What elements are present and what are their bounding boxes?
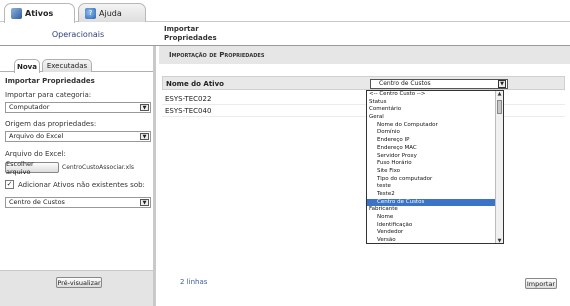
dropdown-option[interactable]: Geral: [367, 114, 503, 122]
dropdown-option[interactable]: Tipo do computador: [367, 176, 503, 184]
help-icon: ?: [85, 7, 96, 19]
nav-importar-line2: Propriedades: [164, 34, 217, 42]
left-footer: Pré-visualizar: [0, 270, 153, 306]
column-mapping-select[interactable]: Centro de Custos ▼: [370, 79, 508, 89]
categoria-value: Computador: [9, 103, 50, 111]
main-header: Importação de Propriedades: [159, 46, 570, 64]
dropdown-scrollbar[interactable]: ▲ ▼: [495, 91, 503, 243]
dropdown-option[interactable]: Domínio: [367, 129, 503, 137]
dropdown-option[interactable]: Versão: [367, 237, 503, 243]
subtab-bar: Nova Executadas: [0, 56, 153, 73]
dropdown-option[interactable]: Fabricante: [367, 206, 503, 214]
chevron-down-icon: ▼: [140, 199, 149, 206]
dropdown-option[interactable]: Vendedor: [367, 229, 503, 237]
tab-ajuda-label: Ajuda: [99, 8, 122, 18]
nav-importar-line1: Importar: [164, 25, 199, 33]
tab-ajuda[interactable]: ? Ajuda: [78, 3, 146, 22]
nav-importar-propriedades[interactable]: Importar Propriedades: [164, 25, 217, 43]
import-button[interactable]: Importar: [525, 278, 557, 289]
adicionar-checkbox[interactable]: ✓: [5, 180, 14, 189]
top-tab-bar: Ativos ? Ajuda: [0, 0, 570, 23]
dropdown-option[interactable]: Endereço IP: [367, 137, 503, 145]
scroll-thumb[interactable]: [497, 100, 502, 114]
table-row: ESYS-TEC040: [162, 105, 565, 117]
dropdown-option[interactable]: <-- Centro Custo -->: [367, 91, 503, 99]
origem-label: Origem das propriedades:: [5, 120, 97, 128]
arquivo-label: Arquivo do Excel:: [5, 150, 66, 158]
chevron-down-icon: ▼: [498, 80, 506, 88]
column-mapping-dropdown[interactable]: <-- Centro Custo --> Status Comentário Gera…: [366, 90, 504, 244]
file-name: CentroCustoAssociar.xls: [62, 164, 135, 171]
section-title: Importar Propriedades: [5, 77, 95, 85]
grid-header: Nome do Ativo Centro de Custos ▼: [162, 76, 565, 90]
dropdown-option[interactable]: Comentário: [367, 106, 503, 114]
subtab-executadas[interactable]: Executadas: [42, 59, 92, 72]
dropdown-option[interactable]: Teste2: [367, 191, 503, 199]
table-row: ESYS-TEC022: [162, 93, 565, 105]
nav-row: Operacionais Importar Propriedades: [0, 22, 570, 46]
categoria-select[interactable]: Computador ▼: [5, 102, 151, 113]
dropdown-list: <-- Centro Custo --> Status Comentário Gera…: [367, 91, 503, 243]
chevron-down-icon: ▼: [140, 104, 149, 111]
lines-count: 2 linhas: [180, 278, 208, 286]
left-panel: Nova Executadas Importar Propriedades Im…: [0, 46, 156, 306]
tab-ativos[interactable]: Ativos: [4, 3, 75, 23]
tab-ativos-label: Ativos: [25, 9, 54, 18]
subtab-nova[interactable]: Nova: [14, 59, 40, 73]
dropdown-option[interactable]: Identificação: [367, 222, 503, 230]
dropdown-option[interactable]: Site Fixo: [367, 168, 503, 176]
choose-file-button[interactable]: Escolher arquivo: [5, 160, 59, 176]
column-nome-ativo: Nome do Ativo: [166, 80, 224, 88]
dropdown-option[interactable]: teste: [367, 183, 503, 191]
chevron-down-icon: ▼: [140, 133, 149, 140]
scroll-up-icon[interactable]: ▲: [496, 91, 503, 98]
adicionar-select[interactable]: Centro de Custos ▼: [5, 197, 151, 208]
main-panel: Importação de Propriedades Nome do Ativo…: [159, 46, 570, 306]
assets-icon: [11, 8, 22, 19]
dropdown-option[interactable]: Fuso Horário: [367, 160, 503, 168]
origem-value: Arquivo do Excel: [9, 132, 64, 140]
dropdown-option[interactable]: Centro de Custos: [367, 198, 503, 207]
dropdown-option[interactable]: Nome: [367, 214, 503, 222]
column-mapping-value: Centro de Custos: [379, 80, 431, 87]
dropdown-option[interactable]: Endereço MAC: [367, 145, 503, 153]
adicionar-label: Adicionar Ativos não existentes sob:: [18, 181, 145, 189]
nav-operacionais[interactable]: Operacionais: [0, 22, 156, 46]
origem-select[interactable]: Arquivo do Excel ▼: [5, 131, 151, 142]
adicionar-value: Centro de Custos: [9, 198, 65, 206]
preview-button[interactable]: Pré-visualizar: [56, 277, 102, 288]
categoria-label: Importar para categoria:: [5, 91, 92, 99]
